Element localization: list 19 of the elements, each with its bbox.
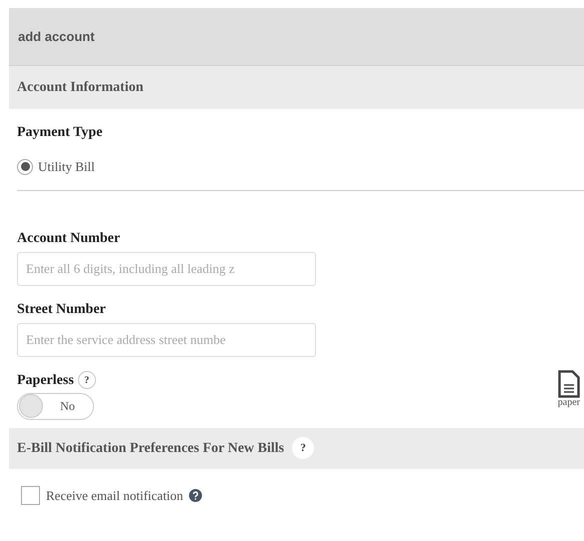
page-title: add account — [18, 28, 95, 46]
help-icon[interactable] — [189, 488, 202, 502]
section-title: Account Information — [17, 79, 144, 97]
checkbox[interactable] — [21, 486, 40, 505]
document-label: paper — [558, 398, 580, 408]
section-title: E-Bill Notification Preferences For New Bills — [17, 440, 284, 458]
help-button[interactable]: ? — [292, 437, 314, 459]
field-label: Street Number — [17, 300, 106, 318]
radio-button[interactable] — [17, 158, 33, 175]
radio-label: Utility Bill — [38, 158, 95, 176]
field-label: Paperless — [17, 372, 74, 390]
help-button[interactable]: ? — [78, 371, 96, 389]
toggle-switch[interactable]: No — [17, 392, 94, 420]
field-label: Account Number — [17, 230, 120, 248]
document-icon — [558, 370, 580, 398]
input-field[interactable]: Enter all 6 digits, including all leading z — [17, 252, 316, 286]
input-field[interactable]: Enter the service address street numbe — [17, 322, 316, 356]
checkbox-label: Receive email notification — [46, 486, 184, 504]
field-label: Payment Type — [17, 124, 102, 142]
